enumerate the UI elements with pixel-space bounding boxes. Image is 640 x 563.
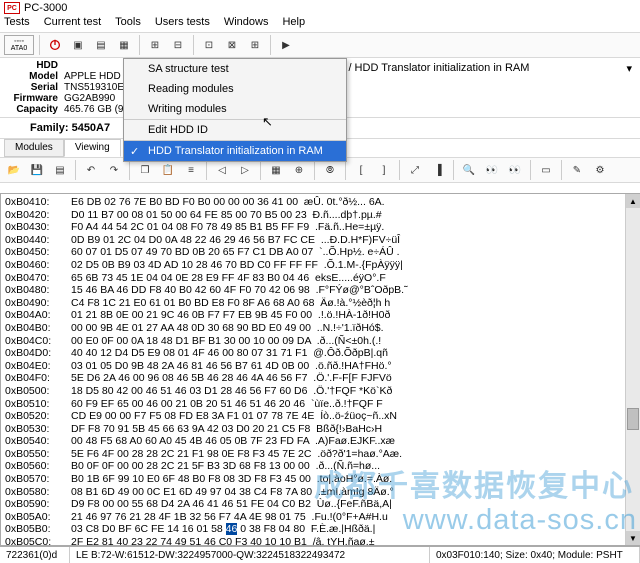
hex-row[interactable]: 0xB0520:CD E9 00 00 F7 F5 08 FD E8 3A F1… xyxy=(5,410,636,423)
hex-view[interactable]: 0xB0410:E6 DB 02 76 7E B0 BD F0 B0 00 00… xyxy=(1,194,640,546)
menu-tests[interactable]: Tests xyxy=(4,16,30,32)
hex-row[interactable]: 0xB04F0:5E D6 2A 46 00 96 08 46 5B 46 28… xyxy=(5,372,636,385)
hex-row[interactable]: 0xB0450:60 07 01 D5 07 49 70 BD 0B 20 65… xyxy=(5,246,636,259)
hex-row[interactable]: 0xB0550:5E F6 4F 00 28 28 2C 21 F1 98 0E… xyxy=(5,448,636,461)
family-value: 5450A7 xyxy=(72,122,111,134)
hex-row[interactable]: 0xB0410:E6 DB 02 76 7E B0 BD F0 B0 00 00… xyxy=(5,196,636,209)
app-title: PC-3000 xyxy=(24,2,67,14)
calc-icon[interactable]: ▭ xyxy=(536,160,556,180)
dropdown-item-reading-modules[interactable]: Reading modules xyxy=(124,79,346,99)
hex-row[interactable]: 0xB05A0:21 46 97 76 21 28 4F 1B 32 56 F7… xyxy=(5,511,636,524)
menu-bar: Tests Current test Tools Users tests Win… xyxy=(0,16,640,32)
hex-row[interactable]: 0xB0590:D9 F8 00 00 55 68 D4 2A 46 41 46… xyxy=(5,498,636,511)
hex-icon[interactable]: ⦾ xyxy=(320,160,340,180)
page-prev-icon[interactable]: ◁ xyxy=(212,160,232,180)
menu-tools[interactable]: Tools xyxy=(115,16,141,32)
dropdown-item-writing-modules[interactable]: Writing modules xyxy=(124,99,346,119)
hdd-icon[interactable]: ▦ xyxy=(114,35,134,55)
scroll-up-icon[interactable]: ▲ xyxy=(626,194,640,208)
xor-icon[interactable]: ⊕ xyxy=(289,160,309,180)
menu-help[interactable]: Help xyxy=(282,16,305,32)
savepg-icon[interactable]: ▤ xyxy=(50,160,70,180)
status-offset: 722361(0)d xyxy=(0,547,70,563)
hex-row[interactable]: 0xB0540:00 48 F5 68 A0 60 A0 45 4B 46 05… xyxy=(5,435,636,448)
tab-modules[interactable]: Modules xyxy=(4,139,64,157)
main-toolbar: ◦◦◦◦ATA0 ▣ ▤ ▦ ⊞ ⊟ ⊡ ⊠ ⊞ ▶ xyxy=(0,32,640,58)
test-dropdown-menu: SA structure test Reading modules Writin… xyxy=(123,58,347,162)
grid2-icon[interactable]: ⊠ xyxy=(222,35,242,55)
status-module: 0x03F010:140; Size: 0x40; Module: PSHT xyxy=(430,547,640,563)
open-icon[interactable]: 📂 xyxy=(4,160,24,180)
hex-row[interactable]: 0xB0580:08 B1 6D 49 00 0C E1 6D 49 97 04… xyxy=(5,486,636,499)
expand-icon[interactable]: ⤢ xyxy=(405,160,425,180)
paste-icon[interactable]: 📋 xyxy=(158,160,178,180)
edit-icon[interactable]: ✎ xyxy=(567,160,587,180)
find-icon[interactable]: 🔍 xyxy=(459,160,479,180)
scroll-down-icon[interactable]: ▼ xyxy=(626,531,640,545)
doc2-icon[interactable]: ▤ xyxy=(91,35,111,55)
hex-row[interactable]: 0xB0560:B0 0F 0F 00 00 28 2C 21 5F B3 3D… xyxy=(5,460,636,473)
bracket-open-icon[interactable]: [ xyxy=(351,160,371,180)
scroll-thumb[interactable] xyxy=(627,408,639,430)
hex-row[interactable]: 0xB0530:DF F8 70 91 5B 45 66 63 9A 42 03… xyxy=(5,423,636,436)
hex-row[interactable]: 0xB0430:F0 A4 44 54 2C 01 04 08 F0 78 49… xyxy=(5,221,636,234)
cfg2-icon[interactable]: ⊟ xyxy=(168,35,188,55)
bookmark-icon[interactable]: ▐ xyxy=(428,160,448,180)
status-values: LE B:72-W:61512-DW:3224957000-QW:3224518… xyxy=(70,547,430,563)
dropdown-item-hdd-translator[interactable]: HDD Translator initialization in RAM xyxy=(124,140,346,161)
hex-row[interactable]: 0xB0440:0D B9 01 2C 04 D0 0A 48 22 46 29… xyxy=(5,234,636,247)
fill-icon[interactable]: ▦ xyxy=(266,160,286,180)
grid1-icon[interactable]: ⊡ xyxy=(199,35,219,55)
hex-row[interactable]: 0xB04A0:01 21 8B 0E 00 21 9C 46 0B F7 F7… xyxy=(5,309,636,322)
hex-row[interactable]: 0xB04D0:40 40 12 D4 D5 E9 08 01 4F 46 00… xyxy=(5,347,636,360)
strike-icon[interactable]: ≡ xyxy=(181,160,201,180)
hex-row[interactable]: 0xB05B0:03 C8 D0 BF 6C FE 14 16 01 58 46… xyxy=(5,523,636,536)
dropdown-item-edit-hdd-id[interactable]: Edit HDD ID xyxy=(124,119,346,140)
page-next-icon[interactable]: ▷ xyxy=(235,160,255,180)
cursor-icon: ↖ xyxy=(262,114,273,130)
hex-row[interactable]: 0xB0570:B0 1B 6F 99 10 E0 6F 48 B0 F8 08… xyxy=(5,473,636,486)
dropdown-item-sa-structure[interactable]: SA structure test xyxy=(124,59,346,79)
power-icon[interactable] xyxy=(45,35,65,55)
bracket-close-icon[interactable]: ] xyxy=(374,160,394,180)
hex-row[interactable]: 0xB0500:18 D5 80 42 00 46 51 46 03 D1 28… xyxy=(5,385,636,398)
redo-icon[interactable]: ↷ xyxy=(104,160,124,180)
find-prev-icon[interactable]: 👀 xyxy=(482,160,502,180)
breadcrumb-dropdown-icon[interactable]: ▾ xyxy=(626,62,632,75)
hex-row[interactable]: 0xB04E0:03 01 05 D0 9B 48 2A 46 81 46 56… xyxy=(5,360,636,373)
ata-indicator[interactable]: ◦◦◦◦ATA0 xyxy=(4,35,34,55)
menu-windows[interactable]: Windows xyxy=(224,16,269,32)
doc-icon[interactable]: ▣ xyxy=(68,35,88,55)
hex-row[interactable]: 0xB0460:02 D5 0B B9 03 4D AD 10 28 46 70… xyxy=(5,259,636,272)
hex-row[interactable]: 0xB0470:65 6B 73 45 1E 04 04 0E 28 E9 FF… xyxy=(5,272,636,285)
tab-viewing[interactable]: Viewing xyxy=(64,139,121,157)
hex-row[interactable]: 0xB0510:60 F9 EF 65 00 46 00 21 0B 20 51… xyxy=(5,398,636,411)
hex-row[interactable]: 0xB0420:D0 11 B7 00 08 01 50 00 64 FE 85… xyxy=(5,209,636,222)
menu-users-tests[interactable]: Users tests xyxy=(155,16,210,32)
vertical-scrollbar[interactable]: ▲ ▼ xyxy=(625,194,640,545)
undo-icon[interactable]: ↶ xyxy=(81,160,101,180)
hex-row[interactable]: 0xB04C0:00 E0 0F 00 0A 18 48 D1 BF B1 30… xyxy=(5,335,636,348)
save-icon[interactable]: 💾 xyxy=(27,160,47,180)
hex-row[interactable]: 0xB0480:15 46 BA 46 DD F8 40 B0 42 60 4F… xyxy=(5,284,636,297)
menu-current-test[interactable]: Current test xyxy=(44,16,101,32)
hex-row[interactable]: 0xB04B0:00 00 9B 4E 01 27 AA 48 0D 30 68… xyxy=(5,322,636,335)
tool-icon[interactable]: ⚙ xyxy=(590,160,610,180)
cfg1-icon[interactable]: ⊞ xyxy=(145,35,165,55)
find-next-icon[interactable]: 👀 xyxy=(505,160,525,180)
app-icon: PC xyxy=(4,2,20,14)
family-label: Family: xyxy=(30,122,69,134)
copy-icon[interactable]: ❐ xyxy=(135,160,155,180)
hex-row[interactable]: 0xB05C0:2F E2 81 40 23 22 74 49 51 46 C0… xyxy=(5,536,636,546)
grid3-icon[interactable]: ⊞ xyxy=(245,35,265,55)
play-icon[interactable]: ▶ xyxy=(276,35,296,55)
hex-row[interactable]: 0xB0490:C4 F8 1C 21 E0 61 01 B0 BD E8 F0… xyxy=(5,297,636,310)
